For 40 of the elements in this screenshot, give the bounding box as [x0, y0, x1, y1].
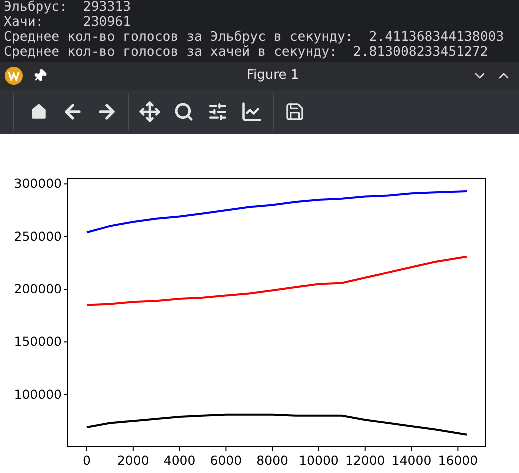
x-tick-label: 16000: [438, 453, 478, 468]
y-tick-label: 300000: [14, 176, 62, 192]
tick-mark: [411, 446, 412, 452]
tick-mark: [318, 446, 320, 452]
x-tick-label: 10000: [299, 453, 339, 468]
tick-mark: [179, 446, 180, 452]
tick-mark: [64, 184, 68, 185]
y-tick-label: 250000: [14, 228, 62, 244]
y-tick-label: 150000: [14, 334, 62, 350]
app-logo-icon: [5, 67, 23, 85]
tick-mark: [132, 446, 134, 452]
move-arrows-icon: [139, 101, 161, 123]
search-icon: [174, 102, 194, 122]
home-icon: [29, 102, 49, 122]
tick-mark: [64, 236, 68, 238]
tick-mark: [64, 394, 68, 396]
terminal-line: Хачи: 230961: [4, 15, 132, 30]
x-tick-label: 14000: [392, 453, 432, 468]
tick-mark: [272, 446, 274, 452]
line-chart-icon: [241, 101, 263, 123]
x-tick-label: 8000: [256, 453, 288, 468]
terminal-line: Эльбрус: 293313: [4, 0, 132, 15]
x-tick-label: 4000: [164, 453, 196, 468]
tick-mark: [226, 446, 227, 452]
tick-mark: [64, 289, 68, 290]
tick-mark: [64, 342, 68, 343]
x-tick-label: 0: [83, 453, 91, 468]
y-tick-label: 200000: [14, 282, 62, 296]
arrow-right-icon: [96, 101, 118, 123]
sliders-icon: [208, 102, 228, 122]
terminal-line: Среднее кол-во голосов за Эльбрус в секунду: 2.411368344138003: [4, 30, 506, 45]
window-title: Figure 1: [247, 67, 300, 86]
terminal-line: Среднее кол-во голосов за хачей в секунду: 2.813008233451272: [4, 45, 490, 60]
x-tick-label: 2000: [118, 453, 150, 468]
tick-mark: [458, 446, 459, 452]
y-tick-label: 100000: [14, 386, 62, 402]
x-tick-label: 12000: [346, 453, 386, 468]
tick-mark: [364, 446, 366, 452]
x-tick-label: 6000: [210, 453, 242, 468]
tick-mark: [86, 446, 88, 452]
